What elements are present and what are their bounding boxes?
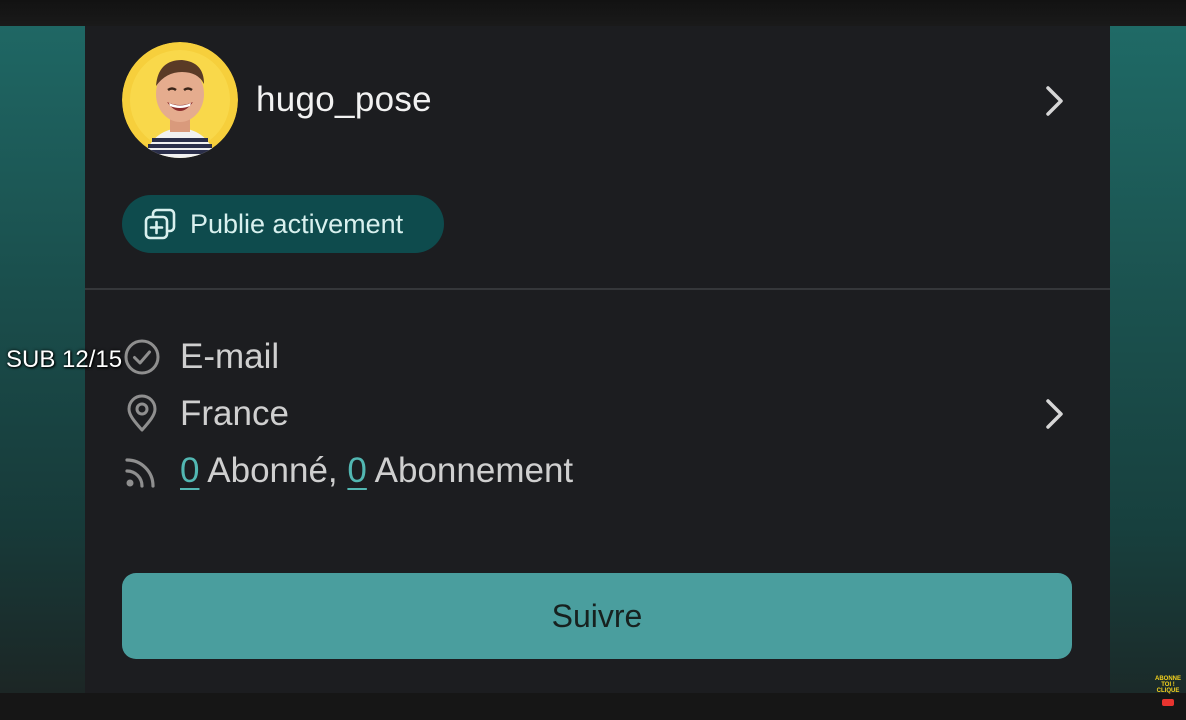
- location-row[interactable]: France: [122, 392, 289, 436]
- section-divider: [85, 288, 1110, 290]
- following-count-link[interactable]: 0: [347, 451, 366, 490]
- location-label: France: [180, 394, 289, 433]
- background-right: [1110, 26, 1186, 693]
- add-gallery-icon: [144, 208, 176, 240]
- followers-row: 0 Abonné, 0 Abonnement: [122, 449, 573, 493]
- followers-text: 0 Abonné, 0 Abonnement: [180, 451, 573, 491]
- email-label: E-mail: [180, 337, 280, 376]
- user-avatar-image: [122, 42, 238, 158]
- location-pin-icon: [127, 394, 157, 432]
- followers-count-link[interactable]: 0: [180, 451, 199, 490]
- verified-check-icon: [124, 339, 160, 375]
- rss-feed-icon: [125, 458, 155, 488]
- sub-counter-overlay: SUB 12/15: [6, 346, 123, 373]
- status-badge: Publie activement: [122, 195, 444, 253]
- followers-label: Abonné,: [199, 451, 348, 490]
- following-label: Abonnement: [366, 451, 574, 490]
- email-row: E-mail: [122, 335, 279, 379]
- follow-button[interactable]: Suivre: [122, 573, 1072, 659]
- top-letterbox: [0, 0, 1186, 26]
- screen: hugo_pose Publie activement E-mail Franc…: [0, 0, 1186, 720]
- avatar[interactable]: [122, 42, 238, 158]
- watermark-text: ABONNE TOI ! CLIQUE: [1154, 676, 1181, 694]
- watermark-badge-icon: [1162, 699, 1174, 706]
- channel-watermark-logo: ABONNE TOI ! CLIQUE: [1152, 676, 1184, 706]
- chevron-right-icon[interactable]: [1043, 84, 1067, 118]
- status-badge-label: Publie activement: [190, 208, 404, 239]
- bottom-letterbox: [0, 693, 1186, 720]
- chevron-right-icon[interactable]: [1043, 397, 1067, 431]
- profile-username[interactable]: hugo_pose: [256, 80, 432, 120]
